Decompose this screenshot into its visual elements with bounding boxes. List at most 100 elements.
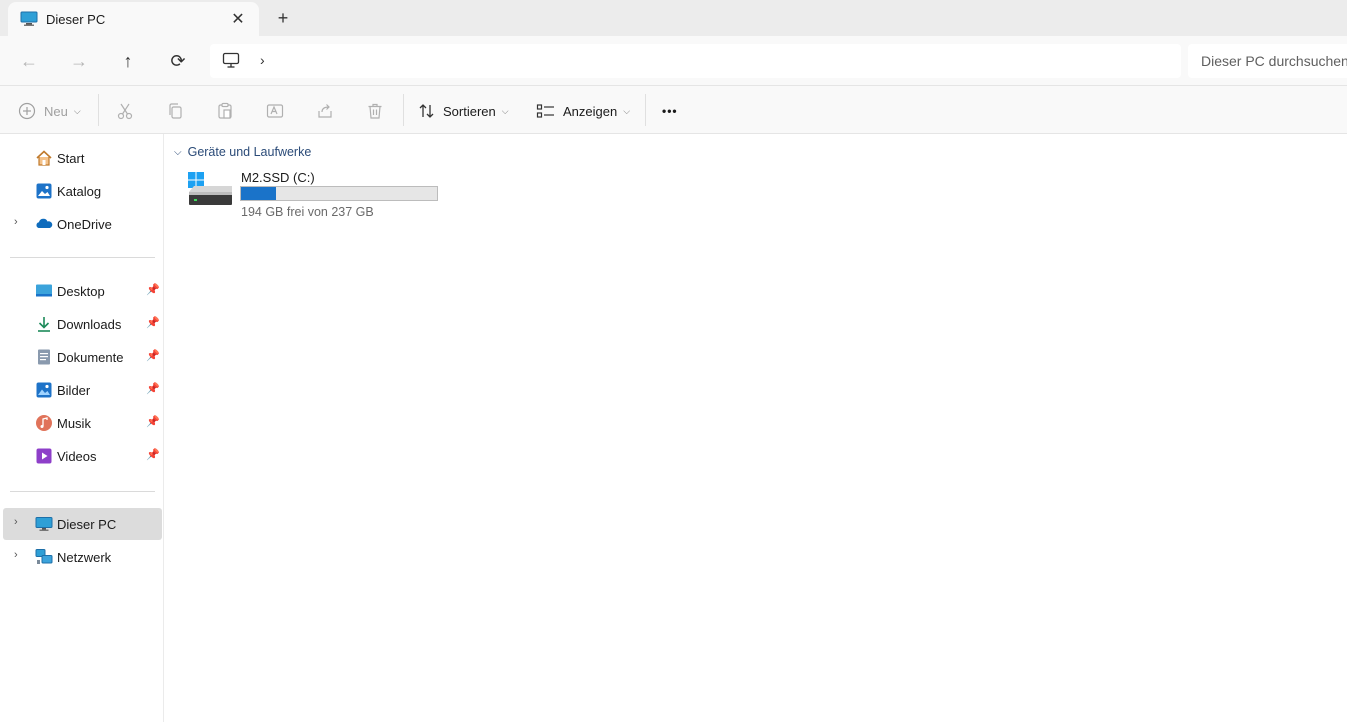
monitor-icon <box>20 11 38 32</box>
sidebar-item-onedrive[interactable]: › OneDrive <box>3 208 162 240</box>
videos-icon <box>36 448 52 464</box>
sort-icon <box>419 104 434 118</box>
desktop-icon <box>36 284 52 297</box>
view-label: Anzeigen <box>563 103 618 119</box>
copy-icon <box>169 103 182 119</box>
new-label: Neu <box>44 103 68 119</box>
sidebar-item-dieser-pc[interactable]: › Dieser PC <box>3 508 162 540</box>
this-pc-icon <box>35 517 53 531</box>
toolbar-divider <box>98 94 99 126</box>
cut-button[interactable] <box>116 98 134 124</box>
search-placeholder: Dieser PC durchsuchen <box>1201 53 1347 69</box>
pin-icon[interactable]: 📌 <box>146 448 160 461</box>
chevron-right-icon[interactable]: › <box>14 549 18 561</box>
pictures-icon <box>36 382 52 398</box>
sidebar-item-label: Dokumente <box>57 350 124 365</box>
trash-icon <box>368 103 382 119</box>
documents-icon <box>38 349 50 365</box>
search-input[interactable]: Dieser PC durchsuchen <box>1188 44 1347 78</box>
sidebar-item-bilder[interactable]: Bilder 📌 <box>3 374 162 406</box>
chevron-down-icon: ⌵ <box>501 105 509 116</box>
toolbar-divider <box>645 94 646 126</box>
paste-button[interactable] <box>216 98 234 124</box>
sidebar-item-label: Videos <box>57 449 97 464</box>
address-row: ← → ↑ ⟳ › Dieser PC durchsuchen <box>0 36 1347 86</box>
drive-free-space: 194 GB frei von 237 GB <box>241 205 374 219</box>
gallery-icon <box>36 183 52 199</box>
view-button[interactable]: Anzeigen ⌵ <box>536 98 630 124</box>
new-button[interactable]: Neu ⌵ <box>18 98 81 124</box>
drive-usage-bar <box>240 186 438 201</box>
sort-button[interactable]: Sortieren ⌵ <box>418 98 509 124</box>
sidebar-item-label: Netzwerk <box>57 550 112 565</box>
sidebar-item-label: Downloads <box>57 317 122 332</box>
pin-icon[interactable]: 📌 <box>146 349 160 362</box>
rename-button[interactable] <box>266 98 284 124</box>
clipboard-icon <box>218 102 232 119</box>
drive-usage-fill <box>241 187 277 200</box>
chevron-down-icon: ⌵ <box>623 105 631 116</box>
pin-icon[interactable]: 📌 <box>146 283 160 296</box>
sidebar-item-label: Start <box>57 151 85 166</box>
sidebar-item-dokumente[interactable]: Dokumente 📌 <box>3 341 162 373</box>
this-pc-outline-icon <box>222 52 240 74</box>
share-icon <box>318 104 332 118</box>
downloads-icon <box>38 317 50 332</box>
sidebar-divider <box>10 257 155 258</box>
chevron-down-icon: ⌵ <box>73 105 81 116</box>
more-options-button[interactable]: ••• <box>662 98 678 124</box>
share-button[interactable] <box>316 98 334 124</box>
group-header-devices[interactable]: ⌵ Geräte und Laufwerke <box>174 145 311 159</box>
up-button[interactable]: ↑ <box>116 49 140 73</box>
tab-dieser-pc[interactable]: Dieser PC ✕ <box>8 2 259 36</box>
sidebar-item-desktop[interactable]: Desktop 📌 <box>3 275 162 307</box>
sidebar-item-netzwerk[interactable]: › Netzwerk <box>3 541 162 573</box>
pin-icon[interactable]: 📌 <box>146 316 160 329</box>
tab-bar: Dieser PC ✕ + <box>0 0 1347 36</box>
back-button[interactable]: ← <box>17 49 41 73</box>
music-icon <box>36 415 52 431</box>
pin-icon[interactable]: 📌 <box>146 382 160 395</box>
windows-drive-icon <box>188 172 232 205</box>
plus-circle-icon <box>18 102 36 120</box>
sidebar-item-label: Bilder <box>57 383 91 398</box>
view-list-icon <box>536 104 554 118</box>
new-tab-button[interactable]: + <box>271 7 295 29</box>
chevron-right-icon[interactable]: › <box>14 516 18 528</box>
command-bar: Neu ⌵ Sortieren ⌵ Anzeigen ⌵ ••• <box>0 86 1347 134</box>
refresh-button[interactable]: ⟳ <box>166 49 190 73</box>
tab-title: Dieser PC <box>46 12 106 27</box>
toolbar-divider <box>403 94 404 126</box>
group-title: Geräte und Laufwerke <box>187 145 312 159</box>
forward-button[interactable]: → <box>67 49 91 73</box>
sidebar-divider <box>10 491 155 492</box>
drive-name: M2.SSD (C:) <box>241 170 315 185</box>
sidebar-item-katalog[interactable]: Katalog <box>3 175 162 207</box>
chevron-down-icon[interactable]: ⌵ <box>174 147 182 158</box>
scissors-icon <box>117 103 133 120</box>
sidebar-item-label: OneDrive <box>57 217 112 232</box>
rename-icon <box>266 104 284 118</box>
close-tab-button[interactable]: ✕ <box>228 9 248 29</box>
drive-item[interactable]: M2.SSD (C:) 194 GB frei von 237 GB <box>186 168 446 224</box>
navigation-pane: Start Katalog › OneDrive Desktop 📌 Downl… <box>0 134 164 722</box>
sidebar-item-label: Musik <box>57 416 91 431</box>
sidebar-item-videos[interactable]: Videos 📌 <box>3 440 162 472</box>
breadcrumb-chevron[interactable]: › <box>260 52 265 68</box>
sidebar-item-downloads[interactable]: Downloads 📌 <box>3 308 162 340</box>
onedrive-icon <box>36 218 53 228</box>
home-icon <box>36 150 52 166</box>
address-bar[interactable]: › <box>210 44 1181 78</box>
sort-label: Sortieren <box>443 103 496 119</box>
sidebar-item-musik[interactable]: Musik 📌 <box>3 407 162 439</box>
sidebar-item-label: Desktop <box>57 284 105 299</box>
sidebar-item-label: Katalog <box>57 184 102 199</box>
network-icon <box>35 549 53 564</box>
chevron-right-icon[interactable]: › <box>14 216 18 228</box>
copy-button[interactable] <box>166 98 184 124</box>
delete-button[interactable] <box>366 98 384 124</box>
file-view: ⌵ Geräte und Laufwerke M2.SSD (C:) 194 G… <box>164 134 1347 722</box>
sidebar-item-label: Dieser PC <box>57 517 117 532</box>
pin-icon[interactable]: 📌 <box>146 415 160 428</box>
sidebar-item-start[interactable]: Start <box>3 142 162 174</box>
